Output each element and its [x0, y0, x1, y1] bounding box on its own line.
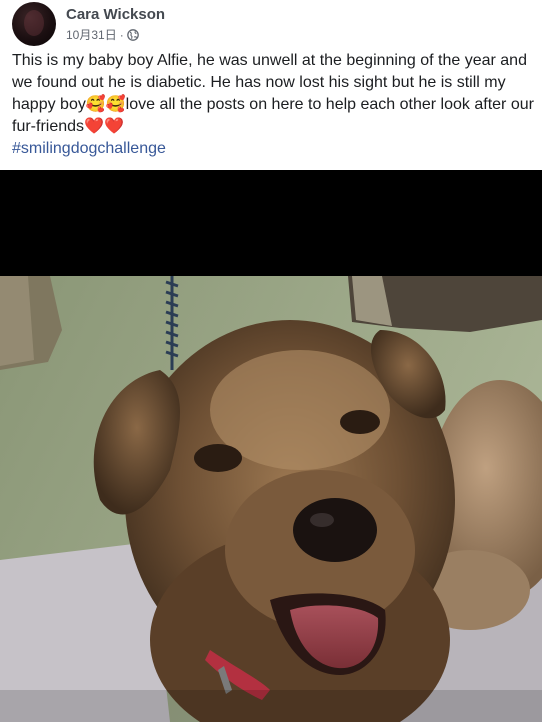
post-header-text: Cara Wickson 10月31日 ·: [66, 5, 165, 43]
author-name[interactable]: Cara Wickson: [66, 5, 165, 24]
dog-photo: [0, 170, 542, 722]
meta-separator: ·: [119, 28, 124, 42]
post-header: Cara Wickson 10月31日 ·: [12, 2, 165, 46]
hashtag-link[interactable]: #smilingdogchallenge: [12, 140, 166, 157]
post-date[interactable]: 10月31日: [66, 27, 117, 43]
post-photo[interactable]: [0, 170, 542, 722]
post-text: This is my baby boy Alfie, he was unwell…: [12, 50, 534, 160]
avatar[interactable]: [12, 2, 56, 46]
post-meta: 10月31日 ·: [66, 27, 165, 43]
post-body: This is my baby boy Alfie, he was unwell…: [12, 52, 534, 135]
facebook-post: Cara Wickson 10月31日 · This is my baby bo…: [0, 0, 542, 722]
globe-icon[interactable]: [126, 29, 139, 41]
